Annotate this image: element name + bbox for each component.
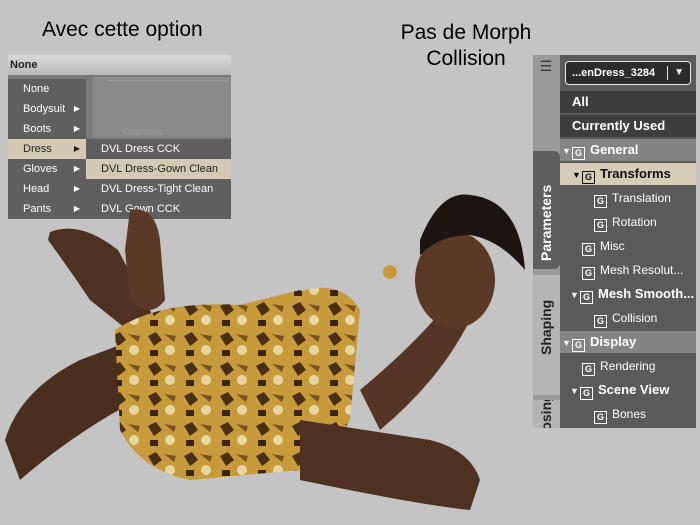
row-label: Collision <box>612 311 658 325</box>
figure-head <box>383 194 525 328</box>
row-rendering[interactable]: G Rendering <box>560 355 696 377</box>
chevron-right-icon: ▶ <box>73 104 80 113</box>
group-icon: G <box>572 339 585 352</box>
parameters-panel: ...enDress_3284 ▼ All Currently Used ▼ G G… <box>560 55 696 428</box>
row-general[interactable]: ▼ G General <box>560 139 696 161</box>
menu-background: Claimers <box>93 77 231 138</box>
tab-label: Posing <box>538 400 554 428</box>
group-icon: G <box>594 195 607 208</box>
expand-triangle-icon[interactable]: ▼ <box>562 140 572 161</box>
figure-render <box>5 194 525 510</box>
row-rotation[interactable]: G Rotation <box>560 211 696 233</box>
menu-item-label: Bodysuit <box>23 103 66 115</box>
menu-bg-line <box>107 80 227 81</box>
group-icon: G <box>582 171 595 184</box>
row-label: Mesh Resolut... <box>600 263 684 277</box>
menu-item-label: Gloves <box>23 163 58 175</box>
row-display[interactable]: ▼ G Display <box>560 331 696 353</box>
row-label: Bones <box>612 407 647 421</box>
menu-item-boots[interactable]: Boots ▶ <box>8 119 86 139</box>
list-menu-icon[interactable]: ☰ <box>535 55 557 77</box>
row-mesh-smoothing[interactable]: ▼ G Mesh Smooth... <box>560 283 696 305</box>
row-bones[interactable]: G Bones <box>560 403 696 425</box>
caption-with-option: Avec cette option <box>42 18 203 41</box>
chevron-right-icon: ▶ <box>73 144 80 153</box>
row-transforms[interactable]: ▼ G Transforms <box>560 163 696 185</box>
chevron-right-icon: ▶ <box>73 124 80 133</box>
row-currently-used[interactable]: Currently Used <box>560 115 696 137</box>
menu-item-label: Dress <box>23 143 52 155</box>
row-translation[interactable]: G Translation <box>560 187 696 209</box>
menu-item-dress[interactable]: Dress ▶ <box>8 139 86 159</box>
row-label: General <box>590 142 639 157</box>
side-tab-strip: ☰ Parameters Shaping Posing <box>533 55 560 428</box>
menu-item-gloves[interactable]: Gloves ▶ <box>8 159 86 179</box>
tab-parameters[interactable]: Parameters <box>533 151 560 269</box>
row-label: Mesh Smooth... <box>598 286 695 301</box>
expand-triangle-icon[interactable]: ▼ <box>570 284 580 305</box>
row-label: All <box>572 94 589 109</box>
group-icon: G <box>594 411 607 424</box>
dropdown-value: ...enDress_3284 <box>572 67 656 79</box>
row-all[interactable]: All <box>560 91 696 113</box>
row-label: Rotation <box>612 215 657 229</box>
caption-line-2: Collision <box>426 47 506 70</box>
submenu-item-dvl-dress-cck[interactable]: DVL Dress CCK <box>86 139 231 159</box>
chevron-right-icon: ▶ <box>73 164 80 173</box>
group-icon: G <box>582 243 595 256</box>
row-mesh-resolution[interactable]: G Mesh Resolut... <box>560 259 696 281</box>
row-label: Rendering <box>600 359 656 373</box>
menu-item-label: Boots <box>23 123 52 135</box>
expand-triangle-icon[interactable]: ▼ <box>562 332 572 353</box>
row-misc[interactable]: G Misc <box>560 235 696 257</box>
row-label: Transforms <box>600 166 671 181</box>
group-icon: G <box>572 147 585 160</box>
tab-label: Parameters <box>538 184 554 261</box>
caption-line-1: Pas de Morph <box>400 21 532 44</box>
row-label: Display <box>590 334 637 349</box>
row-label: Misc <box>600 239 625 253</box>
tab-posing[interactable]: Posing <box>533 400 560 428</box>
menu-bg-text: Claimers <box>123 127 163 138</box>
node-select-dropdown[interactable]: ...enDress_3284 ▼ <box>565 61 691 85</box>
submenu-item-dvl-dress-gown-clean[interactable]: DVL Dress-Gown Clean <box>86 159 231 179</box>
chevron-down-icon: ▼ <box>674 67 684 78</box>
row-scene-view[interactable]: ▼ G Scene View <box>560 379 696 401</box>
group-icon: G <box>580 387 593 400</box>
group-icon: G <box>594 219 607 232</box>
group-icon: G <box>582 363 595 376</box>
group-icon: G <box>580 291 593 304</box>
menu-bar-none[interactable]: None <box>8 55 231 75</box>
row-collision[interactable]: G Collision <box>560 307 696 329</box>
caption-no-morph-collision: Pas de Morph Collision <box>400 20 532 72</box>
group-icon: G <box>582 267 595 280</box>
group-icon: G <box>594 315 607 328</box>
tab-shaping[interactable]: Shaping <box>533 275 560 395</box>
row-label: Translation <box>612 191 671 205</box>
expand-triangle-icon[interactable]: ▼ <box>572 164 582 185</box>
menu-item-label: None <box>23 83 50 95</box>
tab-label: Shaping <box>538 299 554 355</box>
row-label: Scene View <box>598 382 670 397</box>
menu-item-none[interactable]: None <box>8 79 86 99</box>
expand-triangle-icon[interactable]: ▼ <box>570 380 580 401</box>
dropdown-separator <box>667 66 668 80</box>
menu-item-bodysuit[interactable]: Bodysuit ▶ <box>8 99 86 119</box>
row-label: Currently Used <box>572 118 666 133</box>
